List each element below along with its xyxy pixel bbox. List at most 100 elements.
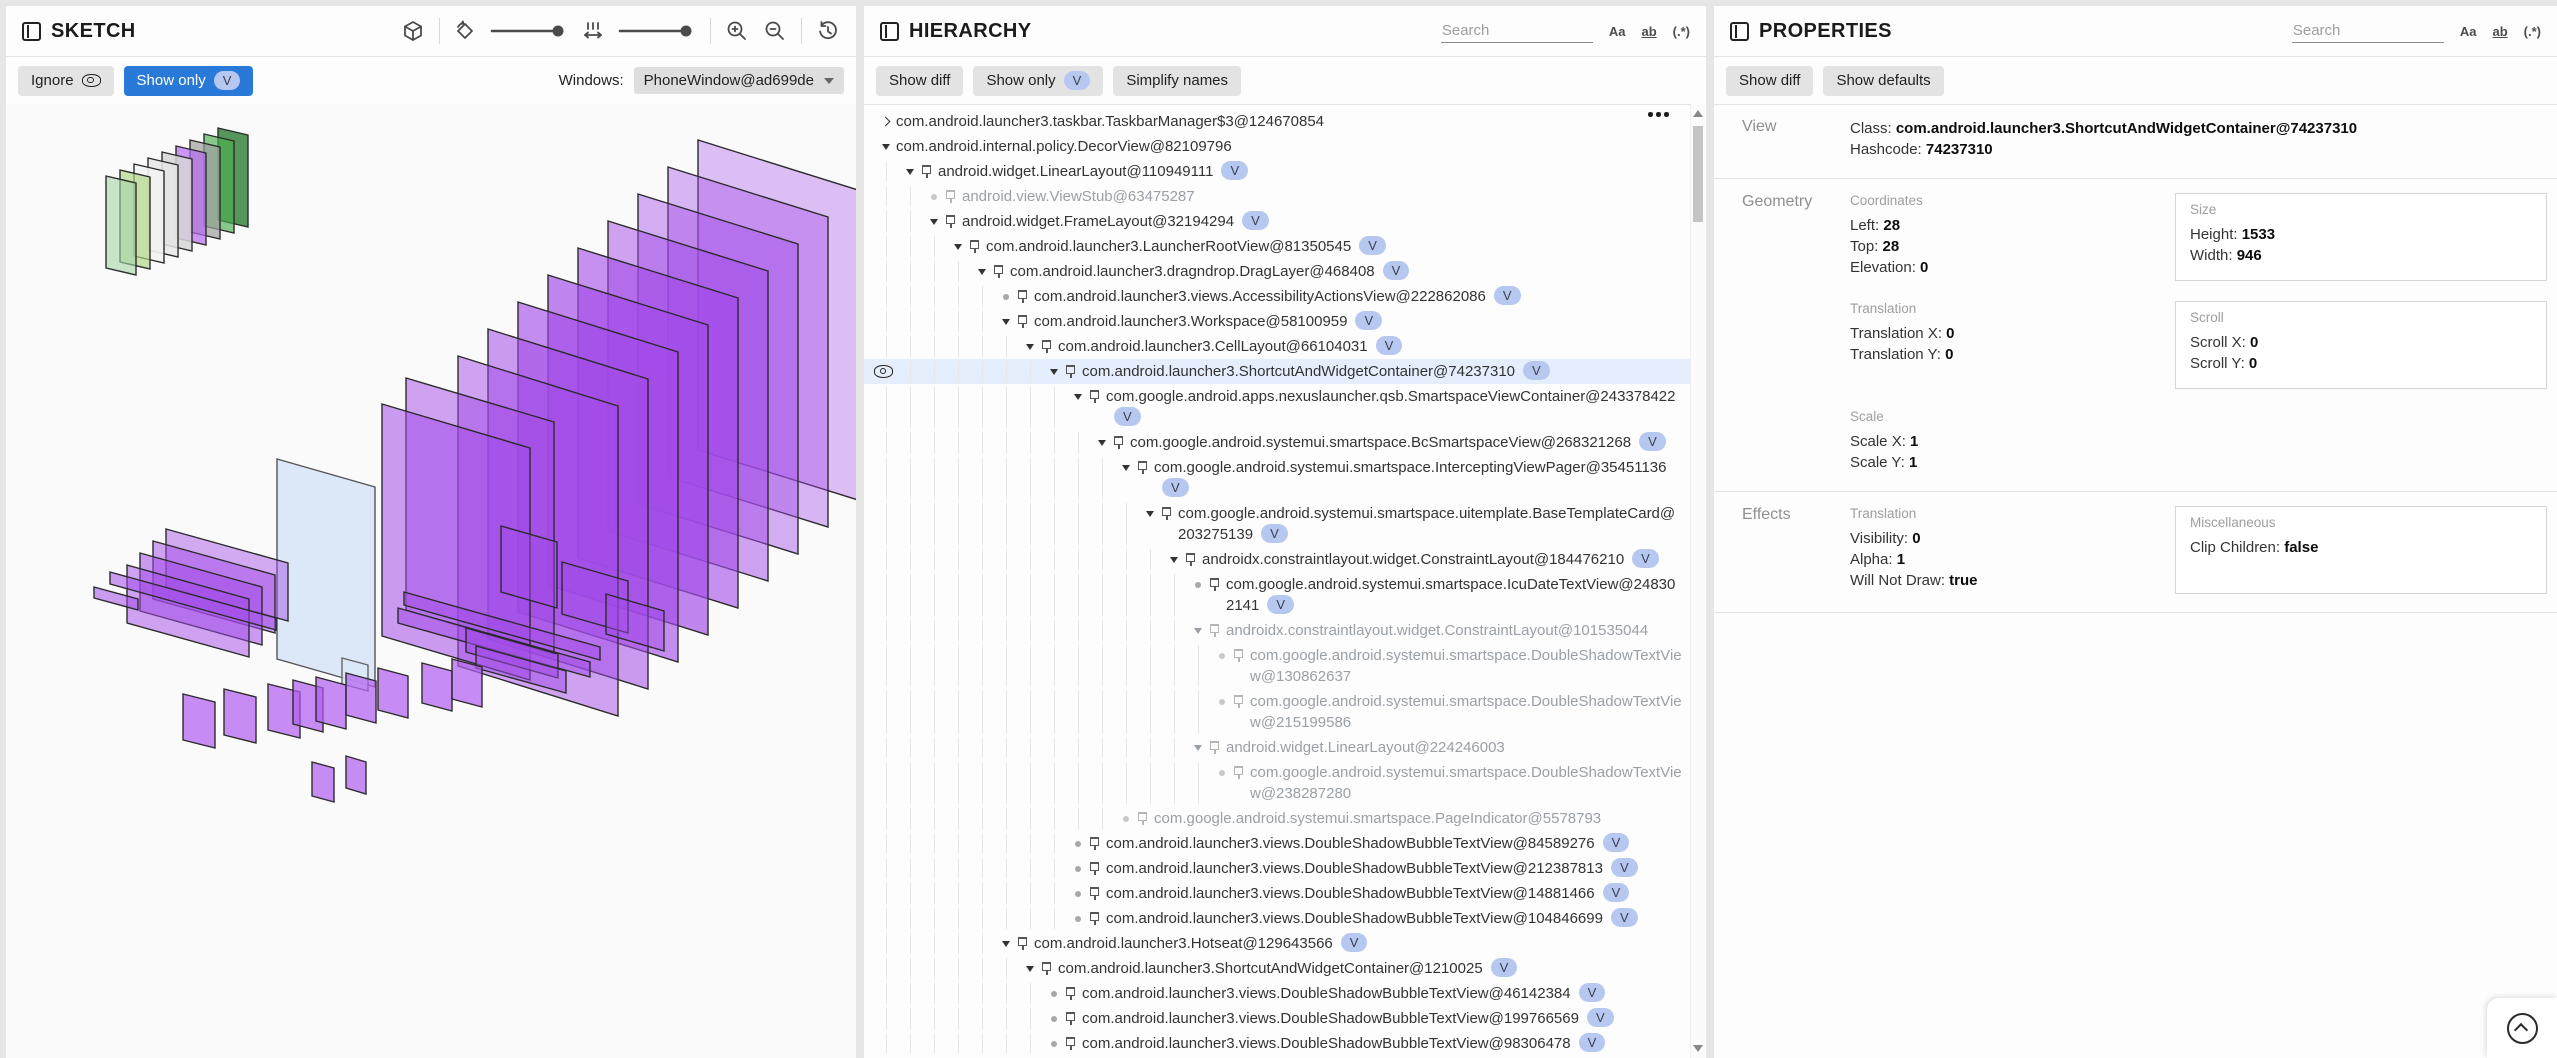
expand-toggle-icon[interactable] [900,161,920,182]
scrollbar-thumb[interactable] [1693,126,1703,222]
sketch-layer[interactable] [378,668,408,718]
hierarchy-title: HIERARCHY [909,20,1032,43]
tree-node[interactable]: com.android.launcher3.views.DoubleShadow… [864,1006,1691,1031]
sketch-layer[interactable] [316,677,346,729]
match-word-icon[interactable]: ab [2492,24,2507,39]
scroll-down-icon[interactable] [1693,1045,1703,1052]
tree-node[interactable]: com.android.launcher3.ShortcutAndWidgetC… [864,956,1691,981]
tree-node[interactable]: com.android.launcher3.Hotseat@129643566V [864,931,1691,956]
expand-toggle-icon[interactable] [1164,549,1184,570]
tree-node[interactable]: com.android.launcher3.LauncherRootView@8… [864,234,1691,259]
expand-toggle-icon[interactable] [1020,336,1040,357]
cube-3d-icon[interactable] [401,19,425,43]
sketch-layer[interactable] [346,673,376,723]
hierarchy-search-input[interactable] [1441,19,1593,43]
tree-node[interactable]: com.android.launcher3.views.DoubleShadow… [864,881,1691,906]
regex-icon[interactable]: (.*) [1673,24,1690,39]
match-case-icon[interactable]: Aa [2460,24,2477,39]
tree-node[interactable]: com.android.launcher3.views.Accessibilit… [864,284,1691,309]
expand-toggle-icon[interactable] [996,933,1016,954]
sketch-layer[interactable] [452,659,482,707]
tree-node[interactable]: com.google.android.apps.nexuslauncher.qs… [864,384,1691,430]
tree-node[interactable]: android.view.ViewStub@63475287 [864,184,1691,209]
properties-search-input[interactable] [2292,19,2444,43]
expand-toggle-icon[interactable] [1020,958,1040,979]
tree-node[interactable]: android.widget.LinearLayout@110949111V [864,159,1691,184]
tree-node[interactable]: com.google.android.systemui.smartspace.D… [864,643,1691,689]
tree-node[interactable]: com.google.android.systemui.smartspace.P… [864,806,1691,831]
sketch-layer[interactable] [224,689,256,743]
view-hierarchy-inspector: SKETCH [0,0,2557,1058]
tree-node[interactable]: androidx.constraintlayout.widget.Constra… [864,618,1691,643]
expand-toggle-icon[interactable] [1092,432,1112,453]
spacing-slider[interactable] [618,21,696,41]
expand-toggle-icon[interactable] [1188,737,1208,758]
match-word-icon[interactable]: ab [1641,24,1656,39]
expand-toggle-icon[interactable] [1188,620,1208,641]
collapse-panel-button[interactable] [2487,998,2557,1058]
hierarchy-scrollbar[interactable] [1690,104,1706,1058]
show-only-label: Show only [986,71,1055,91]
sketch-layer[interactable] [346,756,366,794]
expand-toggle-icon[interactable] [876,111,896,132]
visibility-eye-icon[interactable] [874,364,894,378]
sketch-layer[interactable] [422,663,452,711]
reset-history-icon[interactable] [816,19,840,43]
leaf-dot-icon [1212,691,1232,712]
expand-toggle-icon[interactable] [996,311,1016,332]
sketch-layer[interactable] [277,459,375,687]
windows-select[interactable]: PhoneWindow@ad699de [634,67,844,94]
zoom-in-icon[interactable] [725,19,749,43]
tree-node[interactable]: com.android.internal.policy.DecorView@82… [864,134,1691,159]
more-options-icon[interactable] [1648,110,1672,118]
tree-node[interactable]: com.android.launcher3.views.DoubleShadow… [864,981,1691,1006]
tree-node[interactable]: com.android.launcher3.views.DoubleShadow… [864,1031,1691,1056]
tree-node[interactable]: com.android.launcher3.taskbar.TaskbarMan… [864,109,1691,134]
tree-node[interactable]: com.android.launcher3.CellLayout@6610403… [864,334,1691,359]
tree-node[interactable]: com.google.android.systemui.smartspace.B… [864,430,1691,455]
tree-node[interactable]: com.android.launcher3.views.DoubleShadow… [864,906,1691,931]
spacing-icon[interactable] [582,20,604,42]
rotate-view-icon[interactable] [454,20,476,42]
sketch-layer[interactable] [106,176,136,275]
tree-node[interactable]: com.google.android.systemui.smartspace.I… [864,572,1691,618]
simplify-names-button[interactable]: Simplify names [1113,66,1241,96]
tree-node[interactable]: com.android.launcher3.ShortcutAndWidgetC… [864,359,1691,384]
tree-node[interactable]: androidx.constraintlayout.widget.Constra… [864,547,1691,572]
tree-node[interactable]: com.google.android.systemui.smartspace.D… [864,760,1691,806]
regex-icon[interactable]: (.*) [2524,24,2541,39]
tree-node[interactable]: com.android.launcher3.dragndrop.DragLaye… [864,259,1691,284]
expand-toggle-icon[interactable] [1140,503,1160,524]
properties-toolbar: Show diff Show defaults [1714,57,2557,105]
sketch-layer[interactable] [183,694,215,748]
show-diff-button[interactable]: Show diff [876,66,963,96]
expand-toggle-icon[interactable] [1044,361,1064,382]
show-diff-label: Show diff [889,71,950,91]
scroll-up-icon[interactable] [1693,110,1703,117]
expand-toggle-icon[interactable] [876,136,896,157]
show-only-filter-button[interactable]: Show only V [973,66,1103,96]
rotation-slider[interactable] [490,21,568,41]
tree-node[interactable]: com.google.android.systemui.smartspace.I… [864,455,1691,501]
sketch-layer[interactable] [312,762,334,802]
show-diff-button[interactable]: Show diff [1726,66,1813,96]
ignore-button[interactable]: Ignore [18,66,114,96]
tree-node[interactable]: com.google.android.systemui.smartspace.u… [864,501,1691,547]
expand-toggle-icon[interactable] [972,261,992,282]
sketch-canvas[interactable] [6,104,856,1058]
show-only-button[interactable]: Show only V [124,66,254,96]
tree-node[interactable]: com.android.launcher3.Workspace@58100959… [864,309,1691,334]
tree-node[interactable]: com.android.launcher3.views.DoubleShadow… [864,856,1691,881]
expand-toggle-icon[interactable] [1116,457,1136,478]
show-defaults-button[interactable]: Show defaults [1823,66,1943,96]
expand-toggle-icon[interactable] [924,211,944,232]
zoom-out-icon[interactable] [763,19,787,43]
tree-node[interactable]: android.widget.FrameLayout@32194294V [864,209,1691,234]
tree-node[interactable]: com.google.android.systemui.smartspace.D… [864,689,1691,735]
expand-toggle-icon[interactable] [948,236,968,257]
expand-toggle-icon[interactable] [1068,386,1088,407]
visibility-chip: V [1359,236,1386,255]
tree-node[interactable]: android.widget.LinearLayout@224246003 [864,735,1691,760]
tree-node[interactable]: com.android.launcher3.views.DoubleShadow… [864,831,1691,856]
match-case-icon[interactable]: Aa [1609,24,1626,39]
